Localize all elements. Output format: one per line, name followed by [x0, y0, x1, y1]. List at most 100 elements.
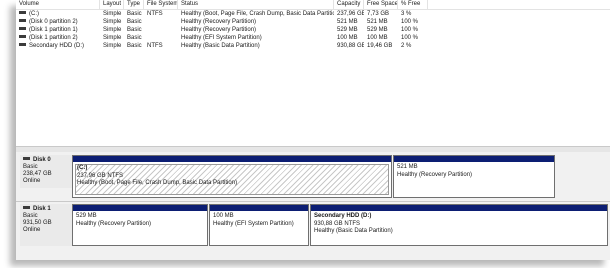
free-space-cell: 529 MB [367, 27, 388, 33]
volume-icon [19, 26, 26, 30]
type-cell: Basic [127, 19, 142, 25]
disk-type: Basic [23, 213, 38, 219]
partition-status: Healthy (Basic Data Partition) [314, 228, 393, 234]
volume-cell: (Disk 1 partition 1) [16, 26, 100, 34]
disk-1-label[interactable]: Disk 1 Basic 931,50 GB Online [20, 204, 78, 246]
percent-free-cell: 100 % [401, 19, 419, 25]
partition-disk0-recovery[interactable]: 521 MB Healthy (Recovery Partition) [393, 155, 555, 198]
type-cell: Basic [127, 43, 142, 49]
capacity-cell: 237,96 GB [337, 11, 364, 17]
layout-cell: Simple [103, 11, 122, 17]
disk-map: Disk 0 Basic 238,47 GB Online (C:) 237,9… [16, 152, 610, 260]
percent-free-cell: 2 % [401, 43, 412, 49]
partition-disk1-efi[interactable]: 100 MB Healthy (EFI System Partition) [209, 204, 309, 246]
percent-free-cell: 100 % [401, 35, 419, 41]
partition-size: 529 MB [76, 213, 97, 219]
partition-bar [73, 205, 207, 211]
partition-bar [210, 205, 308, 211]
partition-size: 930,88 GB NTFS [314, 220, 361, 227]
volume-cell: (Disk 0 partition 2) [16, 18, 100, 26]
type-cell: Basic [127, 27, 142, 33]
partition-bar [394, 156, 554, 162]
volume-name: (Disk 0 partition 2) [29, 19, 78, 25]
partition-body: 100 MB Healthy (EFI System Partition) [212, 213, 306, 243]
capacity-cell: 930,88 GB [337, 43, 364, 49]
partition-bar [73, 156, 391, 162]
volume-cell: (Disk 1 partition 2) [16, 34, 100, 42]
partition-disk1-recovery[interactable]: 529 MB Healthy (Recovery Partition) [72, 204, 208, 246]
disk-icon [23, 156, 30, 160]
free-space-cell: 19,46 GB [367, 43, 393, 49]
volume-list-header: Volume Layout Type File System Status Ca… [16, 0, 610, 10]
disk-icon [23, 205, 30, 209]
volume-name: Secondary HDD (D:) [29, 43, 85, 49]
layout-cell: Simple [103, 43, 122, 49]
volume-icon [19, 18, 26, 22]
status-cell: Healthy (Basic Data Partition) [181, 43, 260, 49]
partition-status: Healthy (EFI System Partition) [213, 220, 294, 227]
disk-0-label[interactable]: Disk 0 Basic 238,47 GB Online [20, 155, 78, 188]
layout-cell: Simple [103, 35, 122, 41]
volume-name: (Disk 1 partition 2) [29, 35, 78, 41]
status-cell: Healthy (Recovery Partition) [181, 27, 257, 33]
partition-body: Secondary HDD (D:) 930,88 GB NTFS Health… [313, 213, 605, 243]
partition-size: 100 MB [213, 213, 234, 219]
table-row[interactable]: (Disk 0 partition 2) Simple Basic Health… [16, 18, 610, 26]
capacity-cell: 529 MB [337, 27, 358, 33]
free-space-cell: 521 MB [367, 19, 388, 25]
percent-free-cell: 3 % [401, 11, 412, 17]
status-cell: Healthy (Boot, Page File, Crash Dump, Ba… [181, 11, 334, 17]
free-space-cell: 7,73 GB [367, 11, 390, 17]
status-cell: Healthy (EFI System Partition) [181, 35, 262, 41]
partition-size: 521 MB [397, 164, 418, 170]
column-header-status[interactable]: Status [178, 0, 334, 9]
table-row[interactable]: (C:) Simple Basic NTFS Healthy (Boot, Pa… [16, 10, 610, 18]
column-header-type[interactable]: Type [124, 0, 144, 9]
partition-name: (C:) [77, 165, 88, 171]
column-header-capacity[interactable]: Capacity [334, 0, 364, 9]
partition-size: 237,96 GB NTFS [77, 172, 124, 179]
table-row[interactable]: (Disk 1 partition 2) Simple Basic Health… [16, 34, 610, 42]
column-header-file-system[interactable]: File System [144, 0, 178, 9]
capacity-cell: 100 MB [337, 35, 358, 41]
volume-name: (Disk 1 partition 1) [29, 27, 78, 33]
capacity-cell: 521 MB [337, 19, 358, 25]
file-system-cell [144, 18, 178, 26]
volume-list: Volume Layout Type File System Status Ca… [16, 0, 610, 146]
partition-c[interactable]: (C:) 237,96 GB NTFS Healthy (Boot, Page … [72, 155, 392, 198]
file-system-cell [144, 34, 178, 42]
partition-body: 529 MB Healthy (Recovery Partition) [75, 213, 205, 243]
volume-cell: Secondary HDD (D:) [16, 42, 100, 50]
column-header-free-space[interactable]: Free Space [364, 0, 398, 9]
table-row[interactable]: Secondary HDD (D:) Simple Basic NTFS Hea… [16, 42, 610, 50]
file-system-cell [144, 26, 178, 34]
column-header-volume[interactable]: Volume [16, 0, 100, 9]
status-cell: Healthy (Recovery Partition) [181, 19, 257, 25]
type-cell: Basic [127, 35, 142, 41]
disk-divider [16, 201, 610, 202]
partition-name: Secondary HDD (D:) [314, 213, 372, 219]
column-header-percent-free[interactable]: % Free [398, 0, 428, 9]
disk-state: Online [23, 227, 41, 233]
table-row[interactable]: (Disk 1 partition 1) Simple Basic Health… [16, 26, 610, 34]
partition-d[interactable]: Secondary HDD (D:) 930,88 GB NTFS Health… [310, 204, 608, 246]
volume-icon [19, 34, 26, 38]
volume-name: (C:) [29, 11, 39, 17]
disk-size: 238,47 GB [23, 171, 52, 177]
type-cell: Basic [127, 11, 142, 17]
column-header-layout[interactable]: Layout [100, 0, 124, 9]
free-space-cell: 100 MB [367, 35, 388, 41]
volume-icon [19, 10, 26, 14]
partition-status: Healthy (Recovery Partition) [76, 220, 152, 227]
layout-cell: Simple [103, 27, 122, 33]
disk-name: Disk 1 [33, 206, 51, 212]
disk-name: Disk 0 [33, 157, 51, 163]
volume-icon [19, 42, 26, 46]
layout-cell: Simple [103, 19, 122, 25]
partition-body: (C:) 237,96 GB NTFS Healthy (Boot, Page … [75, 164, 389, 195]
disk-management-window: Volume Layout Type File System Status Ca… [16, 0, 610, 260]
disk-size: 931,50 GB [23, 220, 52, 226]
percent-free-cell: 100 % [401, 27, 419, 33]
partition-bar [311, 205, 607, 211]
partition-status: Healthy (Recovery Partition) [397, 171, 473, 178]
